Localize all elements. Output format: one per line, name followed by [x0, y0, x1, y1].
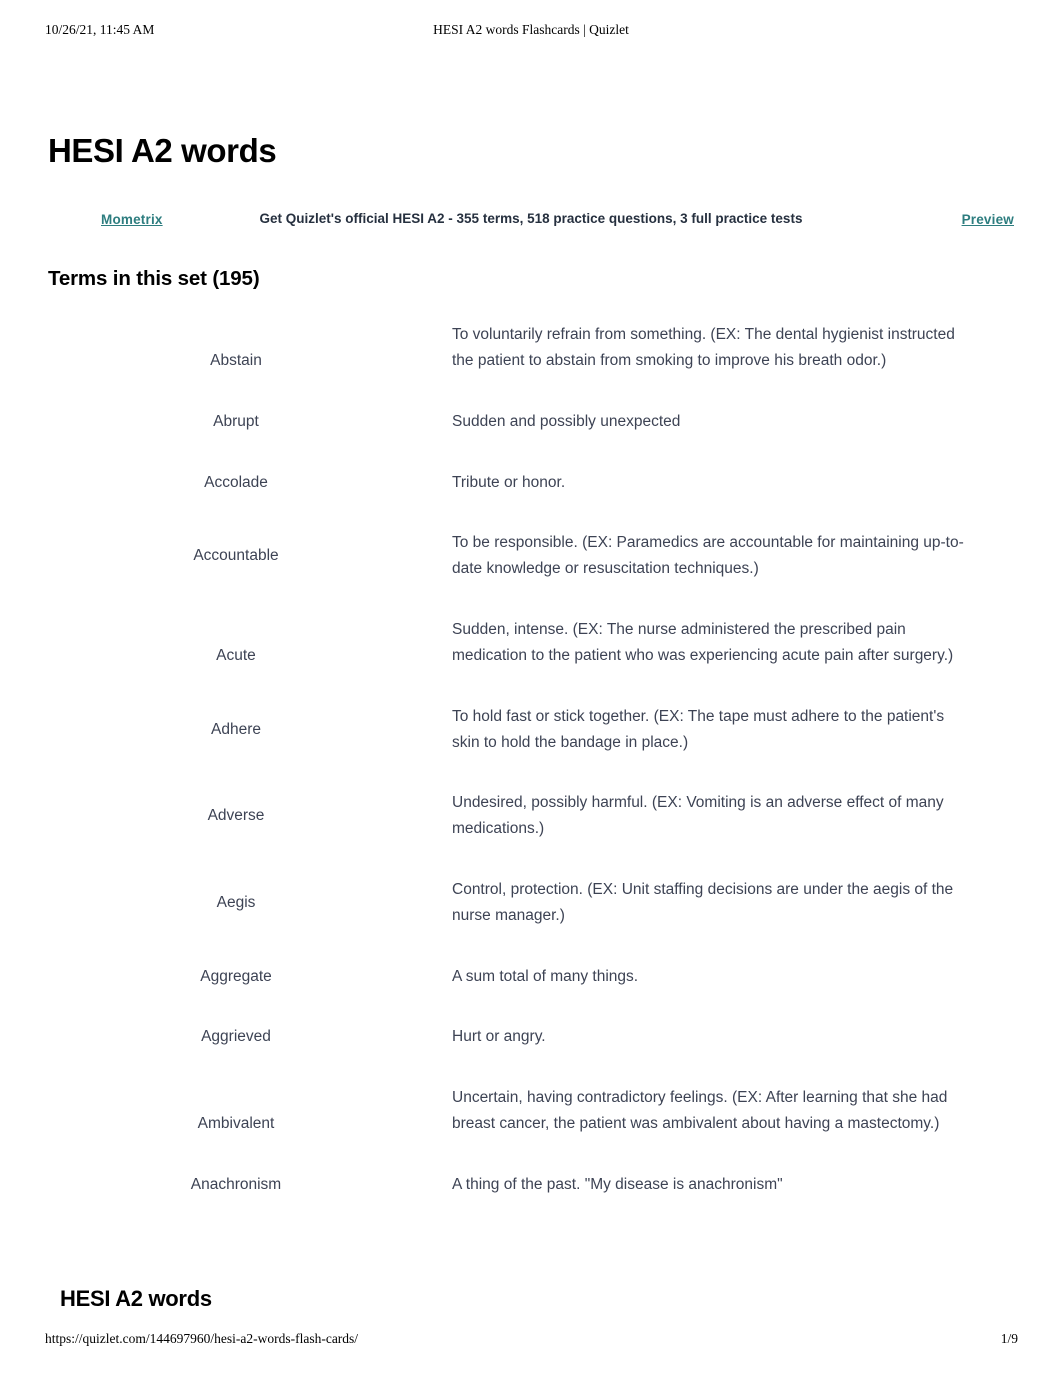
- term-definition: Tribute or honor.: [452, 473, 566, 491]
- term-word: Acute: [216, 646, 256, 664]
- term-word: Adhere: [211, 720, 261, 738]
- page-content: HESI A2 words Mometrix Get Quizlet's off…: [0, 0, 1062, 1377]
- promo-banner: Mometrix Get Quizlet's official HESI A2 …: [48, 210, 1014, 234]
- term-definition: Sudden, intense. (EX: The nurse administ…: [452, 620, 954, 664]
- term-definition: Uncertain, having contradictory feelings…: [452, 1089, 948, 1132]
- term-word: Abstain: [210, 352, 262, 369]
- promo-preview-link[interactable]: Preview: [962, 212, 1014, 227]
- term-definition: A sum total of many things.: [452, 967, 639, 985]
- table-row[interactable]: Aggrieved Hurt or angry.: [48, 1024, 1014, 1085]
- table-row[interactable]: Aegis Control, protection. (EX: Unit sta…: [48, 877, 1014, 964]
- term-definition: Hurt or angry.: [452, 1028, 546, 1046]
- term-word: Aegis: [216, 893, 256, 911]
- table-row[interactable]: Aggregate A sum total of many things.: [48, 964, 1014, 1025]
- term-word: Aggrieved: [201, 1028, 271, 1046]
- table-row[interactable]: Anachronism A thing of the past. "My dis…: [48, 1172, 1014, 1233]
- terms-list: Abstain To voluntarily refrain from some…: [48, 322, 1014, 1233]
- term-word: Accolade: [204, 473, 268, 491]
- table-row[interactable]: Adhere To hold fast or stick together. (…: [48, 704, 1014, 791]
- term-word: Accountable: [193, 547, 279, 565]
- table-row[interactable]: Accolade Tribute or honor.: [48, 470, 1014, 531]
- term-word: Abrupt: [213, 412, 259, 430]
- term-definition: Undesired, possibly harmful. (EX: Vomiti…: [452, 794, 944, 838]
- term-definition: Control, protection. (EX: Unit staffing …: [452, 880, 954, 924]
- term-word: Aggregate: [200, 967, 272, 985]
- print-footer: https://quizlet.com/144697960/hesi-a2-wo…: [0, 1332, 1062, 1348]
- print-page-number: 1/9: [1000, 1331, 1018, 1346]
- term-word: Anachronism: [190, 1175, 282, 1193]
- term-definition: Sudden and possibly unexpected: [452, 412, 681, 430]
- term-definition: A thing of the past. "My disease is anac…: [452, 1175, 783, 1193]
- term-definition: To be responsible. (EX: Paramedics are a…: [452, 534, 964, 578]
- term-word: Adverse: [207, 807, 265, 825]
- table-row[interactable]: Adverse Undesired, possibly harmful. (EX…: [48, 790, 1014, 877]
- term-word: Ambivalent: [197, 1115, 275, 1133]
- table-row[interactable]: Accountable To be responsible. (EX: Para…: [48, 530, 1014, 617]
- page-break-set-title: HESI A2 words: [60, 1286, 212, 1313]
- table-row[interactable]: Abstain To voluntarily refrain from some…: [48, 322, 1014, 409]
- terms-in-set-heading: Terms in this set (195): [48, 267, 260, 290]
- table-row[interactable]: Ambivalent Uncertain, having contradicto…: [48, 1085, 1014, 1172]
- promo-description: Get Quizlet's official HESI A2 - 355 ter…: [259, 211, 803, 226]
- term-definition: To hold fast or stick together. (EX: The…: [452, 707, 945, 751]
- page-title: HESI A2 words: [48, 132, 277, 169]
- term-definition: To voluntarily refrain from something. (…: [452, 326, 955, 369]
- table-row[interactable]: Abrupt Sudden and possibly unexpected: [48, 409, 1014, 470]
- print-source-url: https://quizlet.com/144697960/hesi-a2-wo…: [45, 1331, 359, 1346]
- table-row[interactable]: Acute Sudden, intense. (EX: The nurse ad…: [48, 617, 1014, 704]
